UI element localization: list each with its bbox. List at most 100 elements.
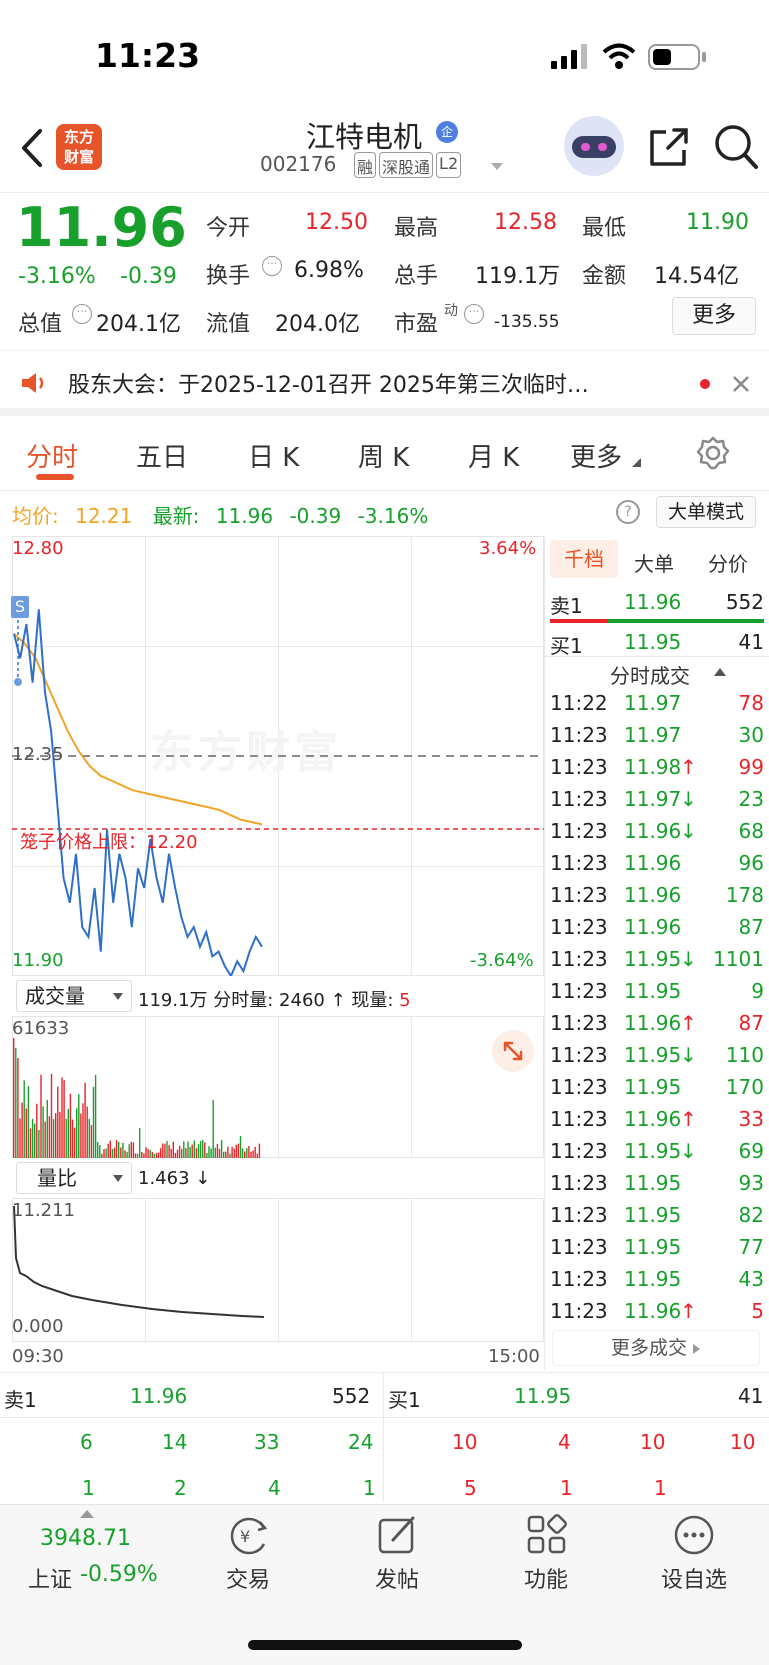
badge-connect: 深股通 [379,152,434,178]
trade-volume: 78 [738,691,764,715]
price-chart[interactable] [12,536,544,976]
volume-bar [155,1152,158,1158]
volume-chart[interactable] [12,1016,544,1158]
trade-volume: 1101 [713,947,764,971]
ob-ask-queue: 14 [162,1430,188,1454]
more-dots-icon[interactable] [673,1514,715,1556]
volume-bar [166,1141,168,1158]
trade-volume: 96 [738,851,764,875]
latest-label: 最新: [152,504,200,528]
post-icon[interactable] [377,1514,419,1556]
side-tab-depth[interactable]: 千档 [550,540,618,578]
volume-bar [199,1141,202,1158]
trade-time: 11:23 [550,883,608,907]
tab-intraday[interactable]: 分时 [26,437,78,474]
info-dots-icon[interactable]: ··· [262,256,282,276]
side-tab-price-dist[interactable]: 分价 [708,548,748,577]
stock-name[interactable]: 江特电机 [306,114,422,156]
robot-assistant-icon[interactable] [564,116,624,176]
volume-bar [88,1118,90,1158]
announcement-bar[interactable]: 股东大会：于2025-12-01召开 2025年第三次临时… [0,350,769,416]
stock-header: 东方 财富 江特电机 企 002176 融 深股通 L2 [0,110,769,192]
share-icon[interactable] [648,126,690,168]
ratio-indicator-select[interactable]: 量比 [16,1162,132,1194]
tab-5day[interactable]: 五日 [136,437,188,474]
gear-icon[interactable] [696,436,730,470]
volume-bar [118,1141,120,1158]
tab-monthly-k[interactable]: 月 K [468,437,519,474]
float-label: 流值 [206,312,251,337]
index-value[interactable]: 3948.71 [40,1526,131,1551]
close-icon[interactable] [732,375,750,393]
volume-bar [185,1148,187,1158]
volume-bar [164,1143,166,1158]
big-order-mode-button[interactable]: 大单模式 [656,496,756,528]
volume-indicator-select[interactable]: 成交量 [16,980,132,1012]
verified-icon: 企 [436,121,458,143]
volume-bar [208,1146,210,1158]
index-pct[interactable]: -0.59% [80,1562,158,1587]
trade-row: 11:23 11.96 ↑ 87 [550,1012,764,1044]
volume-bar [94,1074,97,1158]
volume-bar [250,1151,252,1158]
help-icon[interactable]: ? [616,500,640,524]
dock-watchlist-label[interactable]: 设自选 [634,1562,754,1594]
side-divider [545,656,769,657]
volume-bar [212,1100,214,1158]
volume-bar [23,1080,25,1158]
dock-function-label[interactable]: 功能 [486,1562,606,1594]
volume-bar [82,1103,84,1158]
expand-icon[interactable] [492,1030,534,1072]
pe-label: 市盈 [394,312,439,337]
pe-superscript: 动 [444,303,458,319]
back-arrow-icon[interactable] [20,128,44,168]
volume-bar [220,1140,223,1158]
trade-row: 11:23 11.96 ↓ 68 [550,820,764,852]
mktcap-label: 总值 [18,312,63,337]
trade-icon[interactable]: ¥ [228,1516,270,1556]
caret-up-icon[interactable] [80,1510,94,1518]
function-grid-icon[interactable] [526,1514,568,1556]
tab-weekly-k[interactable]: 周 K [358,437,409,474]
more-quote-button[interactable]: 更多 [672,297,756,335]
more-trades-button[interactable]: 更多成交 [552,1330,760,1366]
bid-ratio-bar [608,619,764,623]
volume-bar [115,1140,118,1158]
dropdown-icon[interactable] [490,162,504,172]
trade-volume: 30 [738,723,764,747]
trade-row: 11:23 11.96 ↑ 33 [550,1108,764,1140]
trade-price: 11.97 [624,723,682,747]
volume-bar [122,1142,124,1158]
tab-more[interactable]: 更多 [570,437,622,474]
ratio-chart[interactable] [12,1198,544,1342]
info-dots-icon[interactable]: ··· [72,304,92,324]
trade-time: 11:23 [550,1107,608,1131]
last-price: 11.96 [16,196,187,259]
ob-ask-queue: 33 [254,1430,280,1454]
info-dots-icon[interactable]: ··· [464,304,484,324]
volume-bar [101,1153,103,1158]
app-logo[interactable]: 东方 财富 [56,124,102,170]
volume-bar [174,1153,177,1158]
trade-direction: ↓ [680,819,697,843]
tab-daily-k[interactable]: 日 K [248,437,299,474]
trade-volume: 178 [725,883,764,907]
dock-trade-label[interactable]: 交易 [188,1562,308,1594]
trade-time: 11:23 [550,787,608,811]
caret-up-icon[interactable] [714,668,726,676]
index-name[interactable]: 上证 [28,1562,72,1594]
volume-bar [97,1142,99,1158]
home-indicator [248,1640,522,1650]
trade-direction: ↓ [680,1139,697,1163]
side-tab-big-order[interactable]: 大单 [634,548,674,577]
dock-post-label[interactable]: 发帖 [337,1562,457,1594]
side-divider [544,536,545,1370]
trade-time: 11:23 [550,819,608,843]
time-end-label: 15:00 [488,1346,540,1367]
volume-bar [197,1144,200,1158]
search-icon[interactable] [714,124,758,170]
side-bid1-row: 买1 11.95 41 [550,630,764,658]
volume-bar [111,1149,114,1158]
volume-bar [225,1151,227,1158]
price-line [13,609,263,976]
